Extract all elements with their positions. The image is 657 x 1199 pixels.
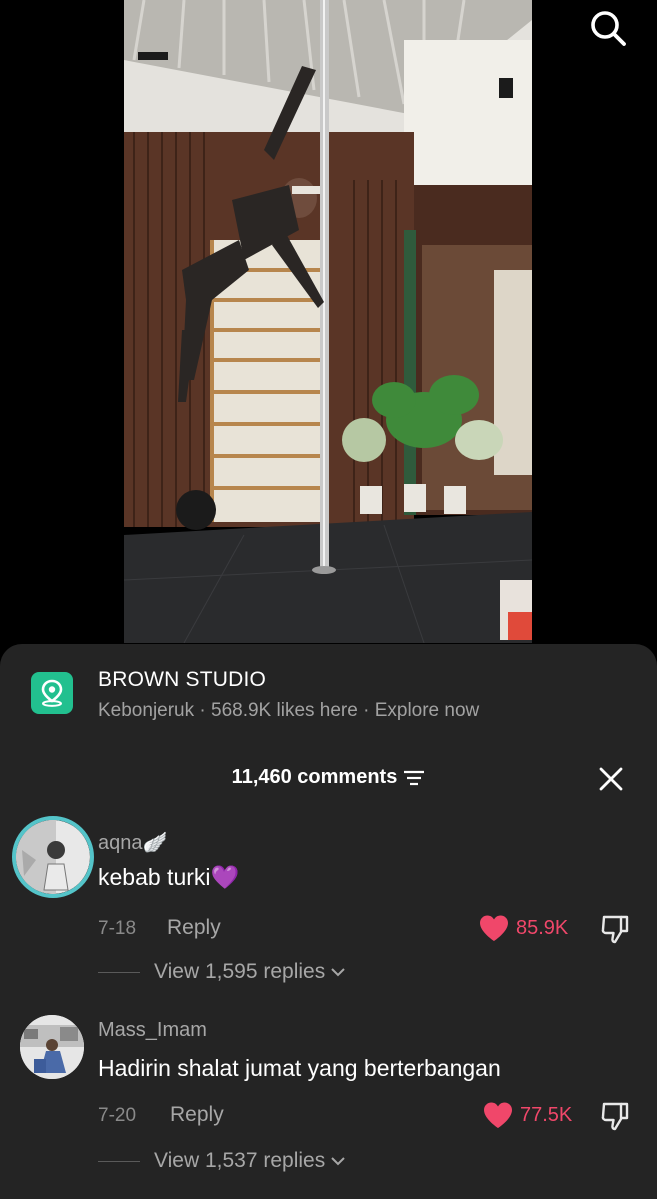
chevron-down-icon — [331, 968, 345, 977]
like-count: 77.5K — [520, 1103, 573, 1126]
reply-button[interactable]: Reply — [170, 1103, 224, 1127]
view-replies-label: View 1,595 replies — [154, 960, 326, 983]
reply-button[interactable]: Reply — [167, 916, 221, 940]
comment-date: 7-20 — [98, 1105, 137, 1126]
view-replies-button[interactable]: View 1,537 replies — [98, 1149, 347, 1173]
like-button[interactable]: 85.9K — [478, 914, 568, 942]
divider-line — [98, 1160, 140, 1162]
like-count: 85.9K — [516, 916, 569, 939]
video-player[interactable] — [0, 0, 657, 660]
search-icon — [591, 11, 626, 46]
comments-header: 11,460 comments — [0, 762, 657, 794]
comment-username[interactable]: Mass_Imam — [98, 1019, 207, 1042]
thumbs-down-icon — [601, 915, 629, 944]
comment-item: Mass_Imam Hadirin shalat jumat yang bert… — [0, 1012, 657, 1192]
avatar[interactable] — [20, 1015, 84, 1079]
comment-item: aqna🪽 kebab turki💜 7-18 Reply 85.9K View… — [0, 816, 657, 996]
divider-line — [98, 971, 140, 973]
video-frame[interactable] — [124, 0, 532, 643]
video-scene — [124, 0, 532, 643]
comments-sheet: BROWN STUDIO Kebonjeruk · 568.9K likes h… — [0, 644, 657, 1199]
comment-username[interactable]: aqna🪽 — [98, 830, 167, 855]
close-icon — [599, 767, 623, 791]
comments-count: 11,460 comments — [231, 766, 398, 788]
location-banner[interactable]: BROWN STUDIO Kebonjeruk · 568.9K likes h… — [0, 644, 657, 736]
dislike-button[interactable] — [598, 912, 632, 946]
comment-text: Hadirin shalat jumat yang berterbangan — [98, 1055, 501, 1081]
location-name[interactable]: BROWN STUDIO — [98, 668, 266, 692]
view-replies-button[interactable]: View 1,595 replies — [98, 960, 347, 984]
location-subtitle[interactable]: Kebonjeruk · 568.9K likes here · Explore… — [98, 700, 479, 722]
location-pin-icon — [31, 672, 73, 714]
like-button[interactable]: 77.5K — [482, 1101, 572, 1129]
close-button[interactable] — [594, 762, 628, 796]
comment-date: 7-18 — [98, 918, 137, 939]
view-replies-label: View 1,537 replies — [154, 1149, 326, 1172]
thumbs-down-icon — [601, 1102, 629, 1131]
avatar[interactable] — [12, 816, 94, 898]
sort-icon — [404, 770, 425, 785]
heart-icon — [480, 915, 508, 941]
dislike-button[interactable] — [598, 1099, 632, 1133]
search-button[interactable] — [586, 6, 630, 50]
comment-text: kebab turki💜 — [98, 864, 240, 890]
heart-icon — [484, 1102, 512, 1128]
comments-count-sort[interactable]: 11,460 comments — [232, 766, 426, 789]
chevron-down-icon — [331, 1157, 345, 1166]
